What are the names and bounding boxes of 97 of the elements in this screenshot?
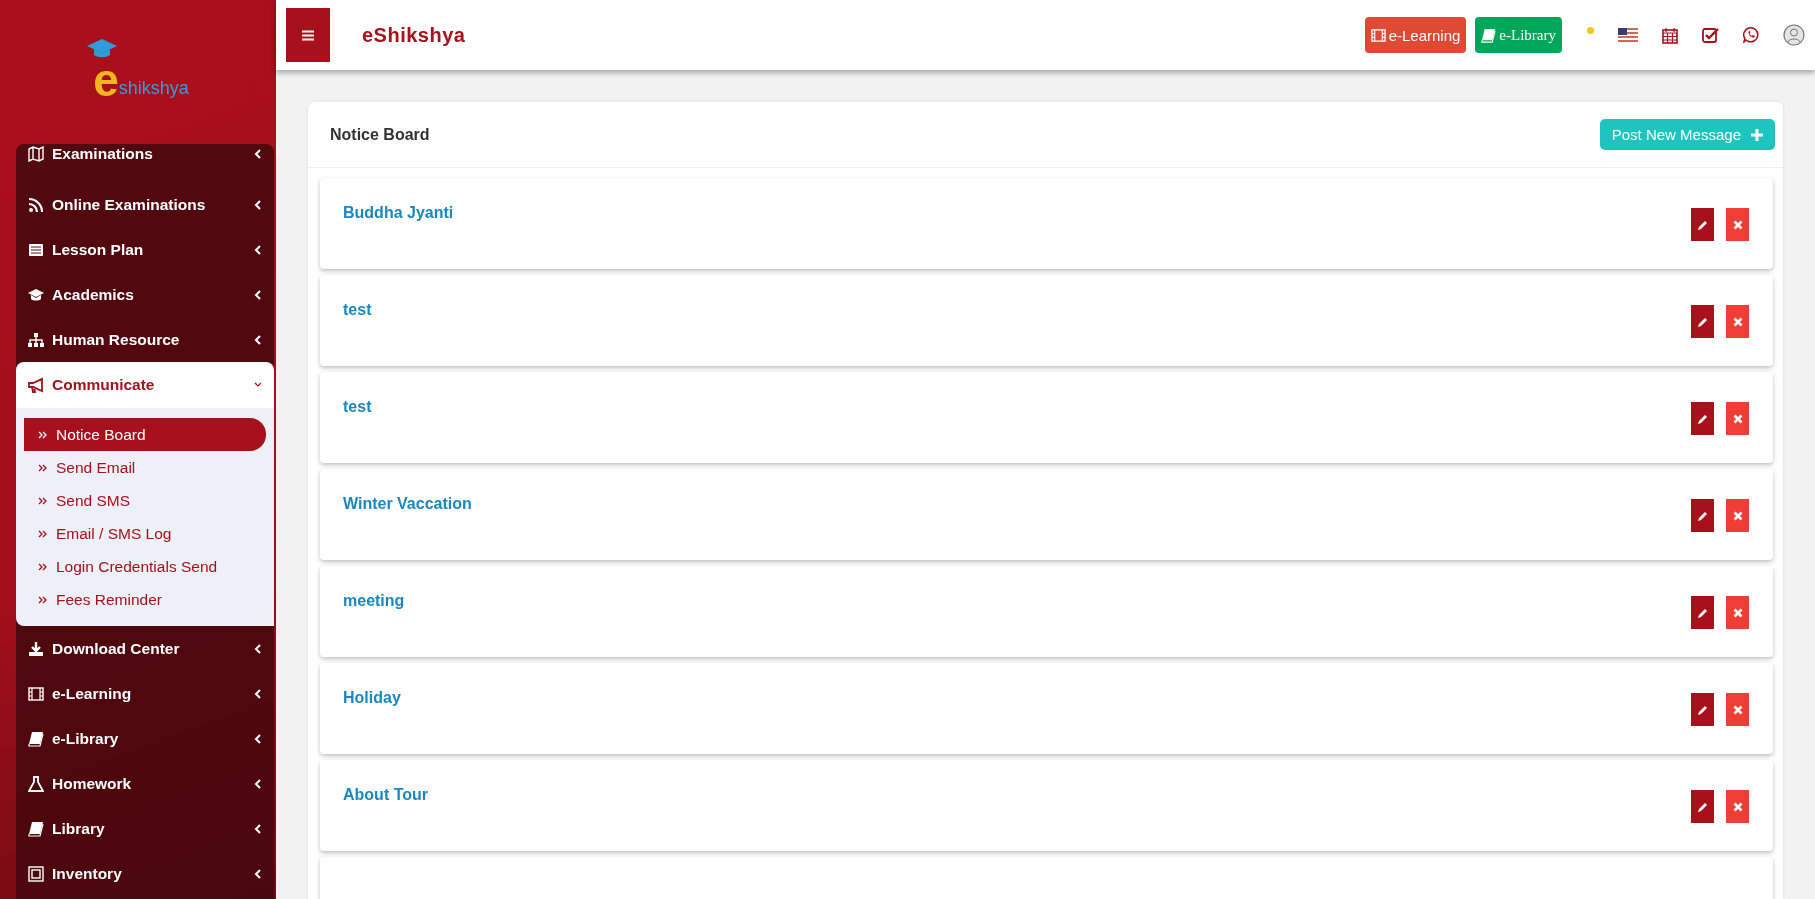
close-icon bbox=[1732, 316, 1743, 327]
book-icon bbox=[28, 730, 44, 747]
menu-button[interactable] bbox=[286, 8, 330, 62]
close-icon bbox=[1732, 704, 1743, 715]
delete-button[interactable] bbox=[1726, 305, 1749, 338]
sidebar-item[interactable]: Lesson Plan bbox=[16, 227, 274, 272]
notification-dot bbox=[1587, 26, 1594, 34]
sitemap-icon bbox=[28, 331, 44, 348]
sidebar-item[interactable]: Human Resource bbox=[16, 317, 274, 362]
sidebar-item[interactable]: e-Learning bbox=[16, 671, 274, 716]
chevron-left-icon bbox=[254, 334, 262, 345]
book-icon bbox=[28, 820, 44, 837]
sidebar-item[interactable]: Academics bbox=[16, 272, 274, 317]
close-icon bbox=[1732, 801, 1743, 812]
close-icon bbox=[1732, 219, 1743, 230]
double-chevron-icon bbox=[38, 429, 48, 440]
pencil-icon bbox=[1696, 315, 1709, 328]
pencil-icon bbox=[1696, 412, 1709, 425]
double-chevron-icon bbox=[38, 594, 48, 605]
pencil-icon bbox=[1696, 800, 1709, 813]
delete-button[interactable] bbox=[1726, 499, 1749, 532]
chevron-left-icon bbox=[254, 149, 262, 159]
menu-icon bbox=[302, 29, 314, 41]
close-icon bbox=[1732, 607, 1743, 618]
map-icon bbox=[28, 146, 44, 162]
edit-button[interactable] bbox=[1691, 693, 1714, 726]
delete-button[interactable] bbox=[1726, 208, 1749, 241]
pencil-icon bbox=[1696, 218, 1709, 231]
chevron-left-icon bbox=[254, 244, 262, 255]
double-chevron-icon bbox=[38, 561, 48, 572]
whatsapp-icon[interactable] bbox=[1743, 27, 1759, 43]
delete-button[interactable] bbox=[1726, 596, 1749, 629]
chevron-left-icon bbox=[254, 289, 262, 300]
close-icon bbox=[1732, 413, 1743, 424]
panel-title: Notice Board bbox=[330, 125, 430, 144]
edit-button[interactable] bbox=[1691, 790, 1714, 823]
edit-button[interactable] bbox=[1691, 305, 1714, 338]
sidebar-item[interactable]: e-Library bbox=[16, 716, 274, 761]
edit-button[interactable] bbox=[1691, 208, 1714, 241]
submenu-item[interactable]: Send Email bbox=[24, 451, 266, 484]
user-avatar[interactable] bbox=[1783, 24, 1805, 46]
logo: eshikshya bbox=[87, 37, 189, 107]
submenu-item[interactable]: Send SMS bbox=[24, 484, 266, 517]
chevron-left-icon bbox=[254, 643, 262, 654]
double-chevron-icon bbox=[38, 495, 48, 506]
pencil-icon bbox=[1696, 703, 1709, 716]
plus-icon bbox=[1751, 128, 1763, 141]
notice-title[interactable]: Buddha Jyanti bbox=[343, 204, 1691, 222]
download-icon bbox=[28, 640, 44, 657]
double-chevron-icon bbox=[38, 462, 48, 473]
edit-button[interactable] bbox=[1691, 499, 1714, 532]
sidebar-item[interactable]: Download Center bbox=[16, 626, 274, 671]
app-title: eShikshya bbox=[362, 23, 467, 47]
sidebar-item[interactable]: Homework bbox=[16, 761, 274, 806]
delete-button[interactable] bbox=[1726, 790, 1749, 823]
delete-button[interactable] bbox=[1726, 402, 1749, 435]
notice-title[interactable]: Winter Vaccation bbox=[343, 495, 1691, 513]
sidebar-item[interactable]: Library bbox=[16, 806, 274, 851]
box-icon bbox=[28, 865, 44, 882]
graduation-cap-icon bbox=[28, 286, 44, 303]
film-icon bbox=[28, 685, 44, 702]
edit-button[interactable] bbox=[1691, 402, 1714, 435]
double-chevron-icon bbox=[38, 528, 48, 539]
film-icon bbox=[1370, 27, 1386, 43]
sidebar-item[interactable]: Examinations bbox=[16, 144, 274, 164]
close-icon bbox=[1732, 510, 1743, 521]
notice-title[interactable]: Holiday bbox=[343, 689, 1691, 707]
chevron-left-icon bbox=[254, 688, 262, 699]
flask-icon bbox=[28, 775, 44, 792]
list-icon bbox=[28, 241, 44, 258]
notice-title[interactable]: test bbox=[343, 398, 1691, 416]
submenu-item[interactable]: Login Credentials Send bbox=[24, 550, 266, 583]
chevron-left-icon bbox=[254, 733, 262, 744]
chevron-left-icon bbox=[254, 823, 262, 834]
chevron-left-icon bbox=[254, 199, 262, 210]
sidebar-item[interactable]: Communicate bbox=[16, 362, 274, 408]
chevron-left-icon bbox=[254, 778, 262, 789]
edit-button[interactable] bbox=[1691, 596, 1714, 629]
e-learning-button[interactable]: e-Learning bbox=[1364, 17, 1467, 53]
submenu-item[interactable]: Email / SMS Log bbox=[24, 517, 266, 550]
book-icon bbox=[1481, 27, 1497, 43]
calendar-icon[interactable] bbox=[1662, 26, 1678, 44]
sidebar-item[interactable]: Online Examinations bbox=[16, 182, 274, 227]
notice-title[interactable]: test bbox=[343, 301, 1691, 319]
rss-icon bbox=[28, 196, 44, 213]
pencil-icon bbox=[1696, 509, 1709, 522]
flag-icon[interactable] bbox=[1618, 28, 1638, 42]
chevron-left-icon bbox=[254, 868, 262, 879]
submenu-item[interactable]: Notice Board bbox=[24, 418, 266, 451]
notice-title[interactable]: About Tour bbox=[343, 786, 1691, 804]
pencil-icon bbox=[1696, 606, 1709, 619]
megaphone-icon bbox=[28, 377, 44, 393]
notice-title[interactable]: meeting bbox=[343, 592, 1691, 610]
submenu-item[interactable]: Fees Reminder bbox=[24, 583, 266, 616]
delete-button[interactable] bbox=[1726, 693, 1749, 726]
sidebar-item[interactable]: Inventory bbox=[16, 851, 274, 896]
checkbox-icon[interactable] bbox=[1702, 27, 1719, 43]
